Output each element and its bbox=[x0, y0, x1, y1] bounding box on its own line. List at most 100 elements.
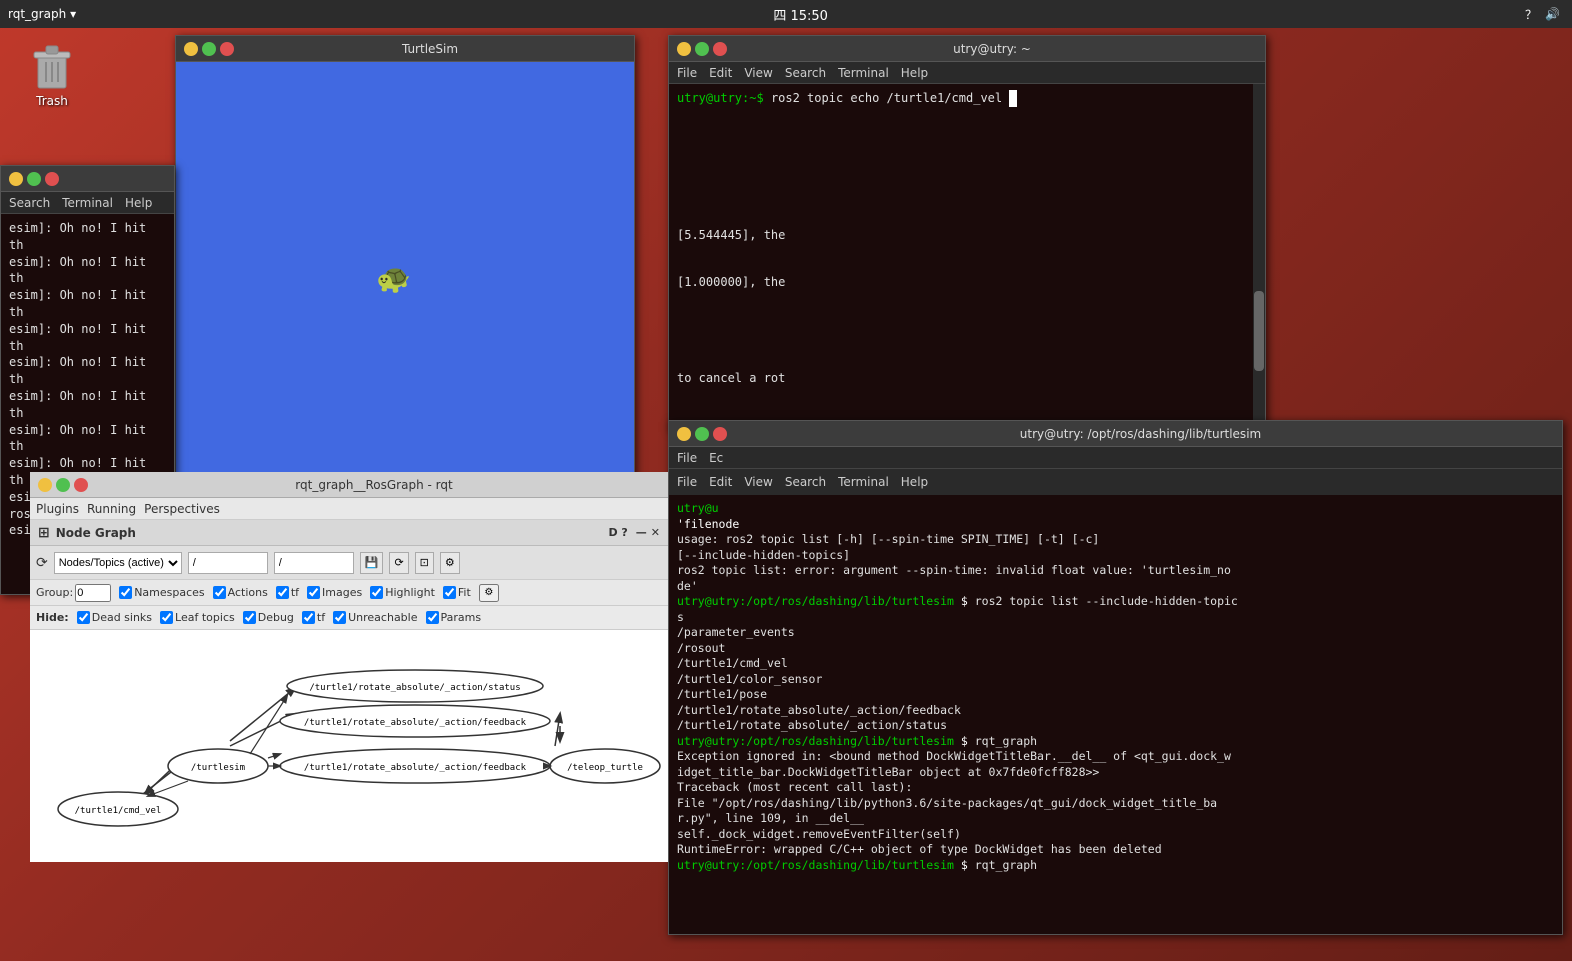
rqt-plugin-titlebar: ⊞ Node Graph D ? — ✕ bbox=[30, 520, 668, 546]
rqt-node-topic-select[interactable]: Nodes/Topics (active) bbox=[54, 552, 182, 574]
t1-command: ros2 topic echo /turtle1/cmd_vel bbox=[771, 91, 1002, 105]
terminal2-minimize[interactable] bbox=[677, 427, 691, 441]
terminal-left-close[interactable] bbox=[45, 172, 59, 186]
rqt-settings-btn[interactable]: ⚙ bbox=[440, 552, 460, 574]
t2-err5: self._dock_widget.removeEventFilter(self… bbox=[677, 827, 1554, 843]
hide-unreachable-cb[interactable] bbox=[333, 611, 346, 624]
t2b-menu-help[interactable]: Help bbox=[901, 475, 928, 489]
menu-help[interactable]: Help bbox=[125, 196, 152, 210]
t2b-menu-terminal[interactable]: Terminal bbox=[838, 475, 889, 489]
opt-namespaces-cb[interactable] bbox=[119, 586, 132, 599]
rqt-refresh-icon[interactable]: ⟳ bbox=[36, 555, 48, 571]
svg-text:/turtlesim: /turtlesim bbox=[191, 763, 245, 773]
list-item: esim]: Oh no! I hit th bbox=[9, 254, 166, 288]
hide-leaf-topics-cb[interactable] bbox=[160, 611, 173, 624]
terminal1-maximize[interactable] bbox=[695, 42, 709, 56]
opt-highlight-cb[interactable] bbox=[370, 586, 383, 599]
opt-group-input[interactable] bbox=[75, 584, 111, 602]
rqt-menu-running[interactable]: Running bbox=[87, 502, 136, 516]
rqt-options-bar: Group: Namespaces Actions tf Images High… bbox=[30, 580, 668, 606]
rqt-node-filter[interactable] bbox=[274, 552, 354, 574]
turtlesim-minimize[interactable] bbox=[184, 42, 198, 56]
terminal1-titlebar[interactable]: utry@utry: ~ bbox=[669, 36, 1265, 62]
list-item: esim]: Oh no! I hit th bbox=[9, 422, 166, 456]
rqt-menu-plugins[interactable]: Plugins bbox=[36, 502, 79, 516]
terminal-left-minimize[interactable] bbox=[9, 172, 23, 186]
trash-label: Trash bbox=[36, 94, 68, 108]
terminal1-minimize[interactable] bbox=[677, 42, 691, 56]
rqt-graph-area[interactable]: /turtle1/rotate_absolute/_action/status … bbox=[30, 630, 668, 862]
t1-menu-edit[interactable]: Edit bbox=[709, 66, 732, 80]
svg-text:/turtle1/cmd_vel: /turtle1/cmd_vel bbox=[75, 806, 162, 816]
taskbar-app-name[interactable]: rqt_graph bbox=[8, 7, 66, 21]
terminal2-content[interactable]: utry@u 'filenode usage: ros2 topic list … bbox=[669, 495, 1562, 934]
trash-svg bbox=[28, 42, 76, 90]
hide-params: Params bbox=[426, 611, 482, 624]
opt-extra-btn[interactable]: ⚙ bbox=[479, 584, 499, 602]
desktop: rqt_graph ▾ 四 15:50 ？ 🔊 Trash bbox=[0, 0, 1572, 961]
terminal2-maximize[interactable] bbox=[695, 427, 709, 441]
menu-terminal[interactable]: Terminal bbox=[62, 196, 113, 210]
rqt-menu-perspectives[interactable]: Perspectives bbox=[144, 502, 220, 516]
t2b-menu-search[interactable]: Search bbox=[785, 475, 826, 489]
rqt-ns-filter[interactable] bbox=[188, 552, 268, 574]
terminal1-content[interactable]: utry@utry:~$ ros2 topic echo /turtle1/cm… bbox=[669, 84, 1265, 429]
terminal2-titlebar[interactable]: utry@utry: /opt/ros/dashing/lib/turtlesi… bbox=[669, 421, 1562, 447]
rqt-help-btn[interactable]: D ? bbox=[608, 526, 627, 539]
terminal1-scrollbar-thumb[interactable] bbox=[1254, 291, 1264, 371]
menu-search[interactable]: Search bbox=[9, 196, 50, 210]
hide-debug-cb[interactable] bbox=[243, 611, 256, 624]
terminal1-close[interactable] bbox=[713, 42, 727, 56]
rqt-float-btn[interactable]: — bbox=[636, 526, 647, 539]
opt-tf-cb[interactable] bbox=[276, 586, 289, 599]
t1-menu-view[interactable]: View bbox=[744, 66, 772, 80]
t1-menu-search[interactable]: Search bbox=[785, 66, 826, 80]
hide-tf-cb[interactable] bbox=[302, 611, 315, 624]
opt-highlight: Highlight bbox=[370, 586, 435, 599]
t1-output2: [1.000000], the bbox=[677, 274, 1257, 291]
rqt-close-btn[interactable]: ✕ bbox=[651, 526, 660, 539]
svg-text:/teleop_turtle: /teleop_turtle bbox=[567, 763, 643, 773]
turtlesim-maximize[interactable] bbox=[202, 42, 216, 56]
rqt-titlebar[interactable]: rqt_graph__RosGraph - rqt bbox=[30, 472, 668, 498]
rqt-close[interactable] bbox=[74, 478, 88, 492]
t2b-menu-edit[interactable]: Edit bbox=[709, 475, 732, 489]
terminal-left-maximize[interactable] bbox=[27, 172, 41, 186]
opt-images: Images bbox=[307, 586, 362, 599]
t2-menu-ec: Ec bbox=[709, 451, 723, 465]
opt-fit: Fit bbox=[443, 586, 471, 599]
t2b-menu-file[interactable]: File bbox=[677, 475, 697, 489]
hide-dead-sinks-cb[interactable] bbox=[77, 611, 90, 624]
opt-images-cb[interactable] bbox=[307, 586, 320, 599]
opt-actions: Actions bbox=[213, 586, 268, 599]
list-item: esim]: Oh no! I hit th bbox=[9, 321, 166, 355]
turtlesim-titlebar[interactable]: TurtleSim bbox=[176, 36, 634, 62]
taskbar-speaker[interactable]: 🔊 bbox=[1545, 7, 1560, 21]
t2-topic2: /turtle1/cmd_vel bbox=[677, 656, 1554, 672]
taskbar-question[interactable]: ？ bbox=[1525, 6, 1537, 23]
turtlesim-close[interactable] bbox=[220, 42, 234, 56]
hide-params-cb[interactable] bbox=[426, 611, 439, 624]
terminal2-close[interactable] bbox=[713, 427, 727, 441]
trash-icon[interactable]: Trash bbox=[20, 42, 84, 108]
t2-err2: Traceback (most recent call last): bbox=[677, 780, 1554, 796]
opt-fit-cb[interactable] bbox=[443, 586, 456, 599]
t2b-menu-view[interactable]: View bbox=[744, 475, 772, 489]
terminal2-title: utry@utry: /opt/ros/dashing/lib/turtlesi… bbox=[727, 427, 1554, 441]
t1-prompt-line: utry@utry:~$ ros2 topic echo /turtle1/cm… bbox=[677, 90, 1257, 107]
t2-menu-file[interactable]: File bbox=[677, 451, 697, 465]
rqt-maximize[interactable] bbox=[56, 478, 70, 492]
rqt-reload-btn[interactable]: ⟳ bbox=[389, 552, 408, 574]
t1-menu-help[interactable]: Help bbox=[901, 66, 928, 80]
opt-actions-cb[interactable] bbox=[213, 586, 226, 599]
t2-topic1: /rosout bbox=[677, 641, 1554, 657]
opt-namespaces: Namespaces bbox=[119, 586, 204, 599]
t1-menu-terminal[interactable]: Terminal bbox=[838, 66, 889, 80]
svg-text:/turtle1/rotate_absolute/_acti: /turtle1/rotate_absolute/_action/status bbox=[309, 683, 520, 693]
rqt-save-btn[interactable]: 💾 bbox=[360, 552, 384, 574]
t1-menu-file[interactable]: File bbox=[677, 66, 697, 80]
terminal-left-titlebar[interactable] bbox=[1, 166, 174, 192]
rqt-fit-btn[interactable]: ⊡ bbox=[415, 552, 434, 574]
rqt-minimize[interactable] bbox=[38, 478, 52, 492]
terminal1-scrollbar[interactable] bbox=[1253, 84, 1265, 429]
